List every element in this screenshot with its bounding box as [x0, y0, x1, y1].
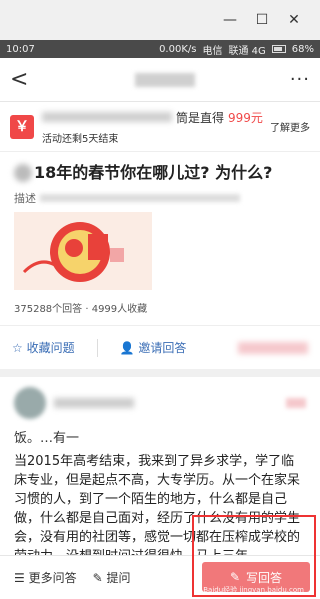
new-year-illustration — [22, 222, 124, 282]
maximize-button[interactable]: ☐ — [246, 12, 278, 28]
blurred-title-start — [14, 164, 32, 182]
status-carrier-1: 电信 — [202, 45, 223, 57]
collect-label: 收藏问题 — [26, 341, 75, 355]
status-battery: 68% — [291, 43, 314, 55]
status-time: 10:07 — [6, 43, 35, 55]
blurred-promo-text — [42, 112, 172, 122]
blurred-action — [238, 341, 308, 354]
blurred-author-name — [54, 398, 134, 408]
answer-prefix: 饭。…有一 — [14, 431, 80, 446]
collect-question-button[interactable]: ☆ 收藏问题 — [12, 339, 75, 356]
promo-price: 999元 — [228, 110, 263, 125]
avatar[interactable] — [14, 387, 46, 419]
learn-more-link[interactable]: 了解更多 — [270, 119, 310, 134]
question-description: 描述 — [14, 190, 306, 206]
blurred-description — [40, 194, 240, 202]
question-card: 18年的春节你在哪儿过? 为什么? 描述 375288个回答 · 4999人收藏 — [0, 152, 320, 325]
answer-author — [14, 387, 306, 419]
section-gap — [0, 369, 320, 377]
minimize-button[interactable]: — — [214, 12, 246, 28]
more-answers-button[interactable]: ☰ 更多问答 — [14, 569, 77, 586]
invite-label: 邀请回答 — [138, 341, 187, 355]
question-title: 18年的春节你在哪儿过? 为什么? — [14, 162, 306, 184]
invite-answer-button[interactable]: 👤 邀请回答 — [120, 339, 187, 356]
close-button[interactable]: ✕ — [278, 12, 310, 28]
page-title — [40, 72, 290, 88]
battery-icon — [271, 45, 286, 53]
ask-label: 提问 — [106, 571, 131, 585]
question-title-text: 18年的春节你在哪儿过? 为什么? — [34, 163, 273, 182]
status-bar: 10:07 0.00K/s 电信 联通 4G 68% — [0, 40, 320, 58]
more-answers-label: 更多问答 — [28, 571, 77, 585]
question-actions: ☆ 收藏问题 👤 邀请回答 — [0, 325, 320, 369]
promo-text: 筒是直得 999元 活动还剩5天结束 — [42, 109, 270, 145]
watermark: Baidu经验 jingyan.baidu.com — [203, 586, 304, 594]
promo-countdown: 活动还剩5天结束 — [42, 133, 119, 145]
question-stats: 375288个回答 · 4999人收藏 — [14, 304, 148, 315]
ask-button[interactable]: ✎ 提问 — [93, 569, 131, 586]
app-header: < ··· — [0, 58, 320, 102]
window-titlebar: — ☐ ✕ — [0, 0, 320, 40]
status-carrier-2: 联通 4G — [228, 45, 266, 57]
back-button[interactable]: < — [10, 67, 40, 92]
promo-banner[interactable]: ￥ 筒是直得 999元 活动还剩5天结束 了解更多 — [0, 102, 320, 152]
blurred-badge — [286, 398, 306, 408]
promo-headline-suffix: 筒是直得 — [176, 110, 225, 125]
app-window: — ☐ ✕ 10:07 0.00K/s 电信 联通 4G 68% < ··· ￥… — [0, 0, 320, 599]
desc-label: 描述 — [14, 192, 36, 205]
question-image[interactable] — [14, 212, 152, 290]
blurred-title — [134, 72, 195, 87]
promo-headline: 筒是直得 999元 — [42, 109, 270, 126]
divider — [96, 338, 98, 357]
status-speed: 0.00K/s — [159, 43, 197, 55]
yuan-icon: ￥ — [10, 114, 34, 139]
more-button[interactable]: ··· — [290, 69, 310, 90]
